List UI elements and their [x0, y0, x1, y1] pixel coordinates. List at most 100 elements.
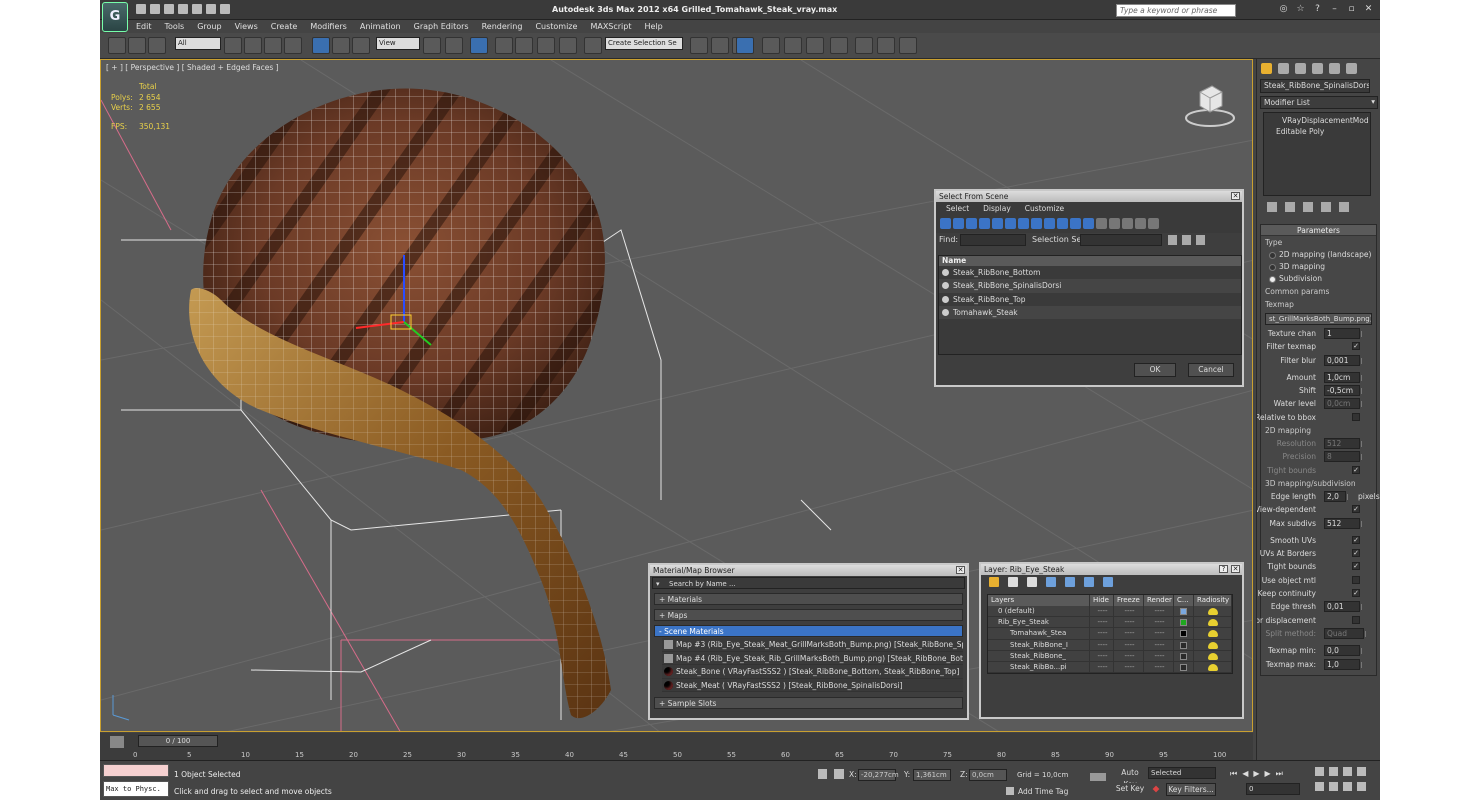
selection-set-remove-icon[interactable]: [1182, 235, 1191, 245]
filter-options-icon[interactable]: [1148, 218, 1159, 229]
edge-length-spinner[interactable]: 2,0: [1324, 490, 1348, 502]
render-toggle[interactable]: ----: [1144, 650, 1174, 661]
maximize-icon[interactable]: ▫: [1346, 4, 1357, 15]
resolution-spinner[interactable]: 512: [1324, 438, 1362, 450]
select-manipulate-icon[interactable]: [445, 37, 463, 54]
display-xrefs-icon[interactable]: [1031, 218, 1042, 229]
column-color[interactable]: C...: [1174, 595, 1194, 606]
z-coord-field[interactable]: 0,0cm: [969, 769, 1007, 781]
play-icon[interactable]: ▶: [1253, 769, 1259, 779]
mini-curve-editor-icon[interactable]: [110, 736, 124, 748]
layer-name[interactable]: Steak_RibBone_: [988, 650, 1090, 661]
stack-item-vraydisplacement[interactable]: VRayDisplacementMod: [1266, 115, 1369, 126]
absolute-mode-icon[interactable]: [834, 769, 844, 779]
manage-layers-icon[interactable]: [736, 37, 754, 54]
sfs-menu-select[interactable]: Select: [946, 202, 969, 215]
display-lights-icon[interactable]: [966, 218, 977, 229]
select-and-move-icon[interactable]: [312, 37, 330, 54]
select-by-name-icon[interactable]: [244, 37, 262, 54]
help-icon[interactable]: ?: [1219, 565, 1228, 573]
auto-key-button[interactable]: Auto Key: [1114, 767, 1146, 789]
view-dependent-checkbox[interactable]: ✓: [1352, 505, 1360, 514]
selection-filter-dropdown[interactable]: All: [175, 37, 221, 50]
filter-icon[interactable]: [1135, 218, 1146, 229]
add-to-layer-icon[interactable]: [1027, 577, 1037, 587]
vector-displacement-checkbox[interactable]: [1352, 615, 1360, 624]
create-layer-icon[interactable]: [989, 577, 999, 587]
water-level-spinner[interactable]: 0,0cm: [1324, 398, 1362, 410]
max-subdivs-spinner[interactable]: 512: [1324, 517, 1362, 529]
y-coord-field[interactable]: 1,361cm: [913, 769, 951, 781]
texmap-min-spinner[interactable]: 0,0: [1324, 645, 1362, 657]
layer-color-swatch[interactable]: [1174, 650, 1194, 661]
window-crossing-icon[interactable]: [284, 37, 302, 54]
keep-continuity-checkbox[interactable]: ✓: [1352, 589, 1360, 598]
zoom-extents-all-icon[interactable]: [1357, 767, 1366, 776]
viewcube-icon[interactable]: [1182, 78, 1238, 128]
radiosity-teapot-icon[interactable]: [1194, 606, 1232, 617]
table-row[interactable]: Tomahawk_Stea ---- ---- ----: [988, 628, 1232, 640]
layer-name[interactable]: Steak_RibBo...pi: [988, 661, 1090, 673]
save-icon[interactable]: [164, 4, 174, 14]
column-hide[interactable]: Hide: [1090, 595, 1114, 606]
table-row[interactable]: Rib_Eye_Steak ---- ---- ----: [988, 617, 1232, 629]
align-icon[interactable]: [711, 37, 729, 54]
list-item[interactable]: Steak_Meat ( VRayFastSSS2 ) [Steak_RibBo…: [662, 678, 963, 692]
render-setup-icon[interactable]: [855, 37, 873, 54]
link-icon[interactable]: [108, 37, 126, 54]
radiosity-teapot-icon[interactable]: [1194, 617, 1232, 628]
freeze-toggle[interactable]: ----: [1114, 628, 1144, 639]
hide-toggle[interactable]: ----: [1090, 606, 1114, 617]
filter-blur-spinner[interactable]: 0,001: [1324, 354, 1362, 366]
radio-subdivision[interactable]: Subdivision: [1261, 273, 1376, 285]
column-radiosity[interactable]: Radiosity: [1194, 595, 1232, 606]
display-frozen-icon[interactable]: [1070, 218, 1081, 229]
key-filters-button[interactable]: Key Filters...: [1166, 783, 1216, 796]
table-row[interactable]: Steak_RibBone_I ---- ---- ----: [988, 639, 1232, 651]
configure-sets-icon[interactable]: [1339, 202, 1349, 212]
layer-name[interactable]: Rib_Eye_Steak: [988, 617, 1090, 628]
column-layers[interactable]: Layers: [988, 595, 1090, 606]
materials-section[interactable]: + Materials: [654, 593, 963, 605]
list-item[interactable]: Steak_Bone ( VRayFastSSS2 ) [Steak_RibBo…: [662, 665, 963, 679]
material-search-input[interactable]: ▾ Search by Name ...: [652, 577, 965, 589]
sfs-menu-display[interactable]: Display: [983, 202, 1011, 215]
x-coord-field[interactable]: -20,277cm: [858, 769, 899, 781]
binoculars-icon[interactable]: ◎: [1278, 4, 1289, 15]
select-and-rotate-icon[interactable]: [332, 37, 350, 54]
freeze-unfreeze-all-icon[interactable]: [1103, 577, 1113, 587]
menu-help[interactable]: Help: [645, 20, 663, 33]
hide-toggle[interactable]: ----: [1090, 639, 1114, 650]
render-toggle[interactable]: ----: [1144, 639, 1174, 650]
hide-unhide-all-icon[interactable]: [1084, 577, 1094, 587]
sample-slots-section[interactable]: + Sample Slots: [654, 697, 963, 709]
bind-space-warp-icon[interactable]: [148, 37, 166, 54]
modify-tab-icon[interactable]: [1278, 63, 1289, 74]
menu-group[interactable]: Group: [197, 20, 221, 33]
key-selection-dropdown[interactable]: Selected: [1148, 767, 1216, 779]
select-invert-icon[interactable]: [1122, 218, 1133, 229]
mirror-icon[interactable]: [690, 37, 708, 54]
menu-tools[interactable]: Tools: [165, 20, 185, 33]
menu-views[interactable]: Views: [235, 20, 258, 33]
relative-bbox-checkbox[interactable]: [1352, 412, 1360, 421]
maxscript-listener-input[interactable]: [103, 764, 169, 777]
display-hidden-icon[interactable]: [1083, 218, 1094, 229]
pin-stack-icon[interactable]: [1267, 202, 1277, 212]
render-toggle[interactable]: ----: [1144, 606, 1174, 617]
select-and-scale-icon[interactable]: [352, 37, 370, 54]
next-frame-icon[interactable]: ▶: [1265, 769, 1271, 779]
delete-layer-icon[interactable]: [1008, 577, 1018, 587]
open-icon[interactable]: [150, 4, 160, 14]
select-object-icon[interactable]: [224, 37, 242, 54]
communication-icon[interactable]: ☆: [1295, 4, 1306, 15]
edit-named-selection-icon[interactable]: [584, 37, 602, 54]
unlink-icon[interactable]: [128, 37, 146, 54]
radio-2d-mapping[interactable]: 2D mapping (landscape): [1261, 249, 1376, 261]
set-key-button[interactable]: Set Key: [1114, 783, 1146, 796]
texmap-button[interactable]: st_GrillMarksBoth_Bump.png): [1265, 313, 1372, 325]
texmap-max-spinner[interactable]: 1,0: [1324, 658, 1362, 670]
set-key-icon[interactable]: [1152, 785, 1160, 793]
angle-snap-icon[interactable]: [515, 37, 533, 54]
close-icon[interactable]: ✕: [1231, 192, 1240, 200]
